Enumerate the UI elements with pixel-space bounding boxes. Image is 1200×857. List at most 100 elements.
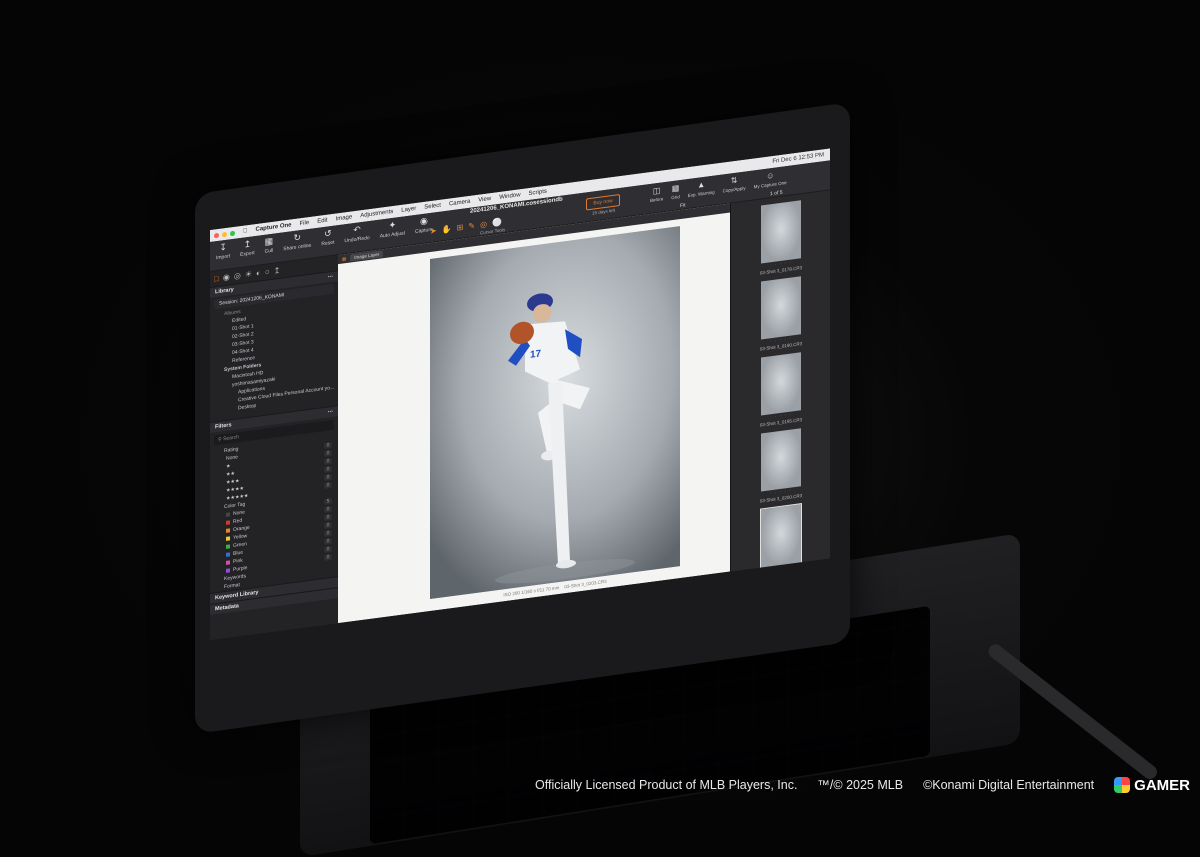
color-swatch: [226, 552, 230, 557]
color-swatch: [226, 568, 230, 573]
search-placeholder: Search: [223, 434, 239, 443]
before-button[interactable]: ◫ Before: [650, 185, 663, 203]
thumbnail[interactable]: · · · · · 03-Shot 3_0195.CR3: [731, 348, 830, 431]
details-tab-icon[interactable]: ○: [265, 267, 270, 277]
export-tab-icon[interactable]: ↥: [274, 266, 281, 276]
rating-count: 0: [324, 457, 332, 465]
before-icon: ◫: [652, 185, 661, 196]
cull-label: Cull: [264, 247, 274, 255]
watermark-footer: Officially Licensed Product of MLB Playe…: [0, 770, 1200, 800]
share-online-button[interactable]: ↻ Share online: [283, 232, 312, 253]
rating-label: ★: [226, 463, 231, 470]
thumbnail[interactable]: · · · · · 03-Shot 3_0178.CR3: [731, 196, 830, 279]
import-icon: ↧: [219, 241, 227, 253]
grid-button[interactable]: ▦ Grid: [671, 183, 680, 200]
rating-count: 0: [324, 465, 332, 473]
reset-label: Reset: [321, 239, 335, 248]
layer-icon[interactable]: ▦: [342, 256, 346, 263]
thumbnail-image[interactable]: [761, 200, 801, 264]
menu-camera[interactable]: Camera: [449, 199, 470, 208]
pan-tool-icon[interactable]: ✋: [442, 224, 452, 234]
auto-adjust-icon: ✦: [388, 219, 397, 231]
warning-icon: ▲: [697, 179, 706, 190]
library-more-icon[interactable]: ⋯: [328, 274, 334, 281]
rating-label: ★★: [226, 470, 235, 478]
thumbnail-image[interactable]: [761, 428, 801, 492]
color-tag-count: 0: [324, 505, 332, 513]
color-tab-icon[interactable]: ◐: [256, 268, 261, 278]
main-photo[interactable]: 17: [430, 226, 680, 600]
pointer-tool-icon[interactable]: ➤: [430, 226, 437, 236]
export-label: Export: [240, 250, 255, 259]
library-tab-icon[interactable]: □: [214, 274, 219, 284]
auto-adjust-button[interactable]: ✦ Auto Adjust: [380, 219, 405, 239]
share-icon: ↻: [293, 232, 302, 244]
rating-count: 0: [324, 473, 332, 481]
thumbnail[interactable]: · · · · · 03-Shot 3_0200.CR3: [731, 424, 830, 507]
menu-scripts[interactable]: Scripts: [529, 189, 547, 197]
menu-view[interactable]: View: [478, 196, 491, 204]
cull-icon: ▦: [264, 235, 274, 247]
export-button[interactable]: ↥ Export: [240, 239, 254, 258]
konami-copyright: ©Konami Digital Entertainment: [923, 778, 1095, 792]
share-label: Share online: [283, 242, 312, 253]
import-button[interactable]: ↧ Import: [216, 242, 230, 261]
capture-tab-icon[interactable]: ◉: [223, 272, 230, 282]
menu-file[interactable]: File: [300, 220, 310, 227]
color-swatch: [226, 536, 230, 541]
undo-redo-button[interactable]: ↶ Undo/Redo: [344, 224, 369, 244]
reset-button[interactable]: ↺ Reset: [321, 228, 335, 248]
zoom-button[interactable]: [230, 230, 235, 236]
thumbnail-image[interactable]: [760, 503, 802, 569]
filters-more-icon[interactable]: ⋯: [328, 409, 334, 416]
color-swatch: [226, 512, 230, 517]
user-icon: ☺: [766, 170, 775, 181]
undo-icon: ↶: [353, 224, 361, 236]
menu-window[interactable]: Window: [499, 192, 520, 201]
menu-edit[interactable]: Edit: [317, 218, 327, 225]
spot-tool-icon[interactable]: ⚪: [492, 218, 502, 228]
color-tag-text: Pink: [233, 557, 243, 565]
tab-image-layer[interactable]: Image Layer: [350, 250, 384, 262]
color-swatch: [226, 520, 230, 525]
rating-count: 0: [324, 449, 332, 457]
thumbnail-image[interactable]: [761, 276, 801, 340]
color-swatch: [226, 544, 230, 549]
thumbnail-image[interactable]: [761, 352, 801, 416]
close-button[interactable]: [214, 232, 219, 238]
copy-apply-icon: ⇅: [730, 175, 738, 186]
color-tag-count: 0: [324, 537, 332, 545]
rating-count: 0: [324, 441, 332, 449]
metadata-title: Metadata: [215, 603, 239, 613]
fit-label[interactable]: Fit: [680, 202, 686, 209]
laptop-screen:  Capture One File Edit Image Adjustment…: [210, 148, 830, 640]
license-text: Officially Licensed Product of MLB Playe…: [535, 778, 798, 792]
color-tag-count: 0: [324, 545, 332, 553]
color-tag-count: 0: [324, 529, 332, 537]
apple-icon[interactable]: : [243, 228, 248, 235]
import-label: Import: [216, 253, 231, 262]
library-title: Library: [215, 286, 234, 296]
picker-tool-icon[interactable]: ◎: [480, 220, 487, 230]
menu-image[interactable]: Image: [336, 214, 353, 222]
lens-tab-icon[interactable]: ◎: [234, 271, 241, 281]
brush-tool-icon[interactable]: ✎: [468, 221, 475, 231]
image-viewer[interactable]: ▦ Image Layer 17 ISO 200 1/160 s f/11 70…: [338, 203, 734, 624]
auto-adjust-label: Auto Adjust: [379, 230, 405, 240]
mlb-copyright: ™/© 2025 MLB: [817, 778, 904, 792]
window-controls: [214, 230, 235, 238]
filters-title: Filters: [215, 422, 232, 431]
color-swatch: [226, 560, 230, 565]
exposure-tab-icon[interactable]: ☀: [245, 269, 252, 279]
crop-tool-icon[interactable]: ⊞: [457, 223, 464, 233]
color-tag-count: 5: [324, 497, 332, 505]
minimize-button[interactable]: [222, 231, 227, 237]
color-tag-count: 0: [324, 521, 332, 529]
thumbnail[interactable]: · · · · · 03-Shot 3_0190.CR3: [731, 272, 830, 355]
menu-layer[interactable]: Layer: [401, 206, 416, 214]
copy-apply-button[interactable]: ⇅ Copy/Apply: [723, 174, 746, 194]
svg-text:17: 17: [530, 348, 542, 360]
color-tag-count: 0: [324, 553, 332, 561]
cull-button[interactable]: ▦ Cull: [264, 235, 274, 255]
menu-select[interactable]: Select: [424, 203, 441, 211]
